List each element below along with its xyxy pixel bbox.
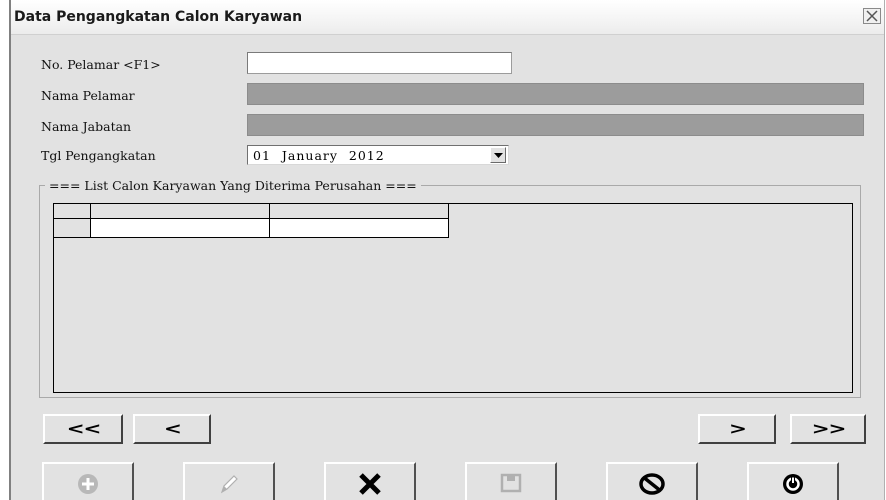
close-button[interactable] bbox=[863, 8, 881, 24]
grid-column-header[interactable] bbox=[90, 203, 270, 219]
date-value: 01 January 2012 bbox=[253, 148, 385, 163]
chevron-down-icon bbox=[494, 153, 503, 158]
delete-button[interactable] bbox=[324, 462, 416, 500]
no-pelamar-label: No. Pelamar <F1> bbox=[41, 57, 161, 72]
pencil-icon bbox=[220, 475, 238, 494]
nama-jabatan-field bbox=[247, 114, 864, 136]
plus-icon bbox=[78, 474, 98, 494]
next-label: > bbox=[728, 419, 747, 438]
karyawan-grid[interactable] bbox=[53, 203, 853, 393]
title-bar[interactable]: Data Pengangkatan Calon Karyawan bbox=[11, 0, 884, 35]
last-label: >> bbox=[811, 419, 846, 438]
next-record-button[interactable]: > bbox=[698, 414, 776, 444]
list-title: === List Calon Karyawan Yang Diterima Pe… bbox=[45, 178, 421, 193]
nama-pelamar-label: Nama Pelamar bbox=[41, 88, 135, 103]
no-entry-icon bbox=[639, 473, 665, 495]
exit-button[interactable] bbox=[747, 462, 839, 500]
power-icon bbox=[783, 474, 803, 494]
grid-cell[interactable] bbox=[269, 218, 449, 238]
cancel-button[interactable] bbox=[606, 462, 698, 500]
close-icon bbox=[866, 10, 878, 22]
form-window: Data Pengangkatan Calon Karyawan No. Pel… bbox=[9, 0, 885, 500]
save-icon bbox=[500, 473, 522, 493]
x-icon bbox=[359, 473, 381, 495]
tgl-pengangkatan-label: Tgl Pengangkatan bbox=[41, 148, 156, 163]
nama-jabatan-label: Nama Jabatan bbox=[41, 119, 132, 134]
save-button[interactable] bbox=[465, 462, 557, 500]
grid-corner-cell bbox=[53, 203, 91, 219]
previous-record-button[interactable]: < bbox=[133, 414, 211, 444]
no-pelamar-input[interactable] bbox=[248, 54, 511, 74]
add-button[interactable] bbox=[42, 462, 134, 500]
edit-button[interactable] bbox=[183, 462, 275, 500]
window-title: Data Pengangkatan Calon Karyawan bbox=[14, 9, 303, 25]
previous-label: < bbox=[163, 419, 182, 438]
first-label: << bbox=[66, 419, 101, 438]
grid-row-header[interactable] bbox=[53, 218, 91, 238]
first-record-button[interactable]: << bbox=[43, 414, 123, 444]
grid-cell[interactable] bbox=[90, 218, 270, 238]
grid-column-header[interactable] bbox=[269, 203, 449, 219]
tgl-pengangkatan-picker[interactable]: 01 January 2012 bbox=[247, 145, 509, 165]
last-record-button[interactable]: >> bbox=[790, 414, 866, 444]
no-pelamar-field[interactable] bbox=[247, 52, 512, 74]
nama-pelamar-field bbox=[247, 83, 864, 105]
date-dropdown-button[interactable] bbox=[490, 147, 506, 163]
